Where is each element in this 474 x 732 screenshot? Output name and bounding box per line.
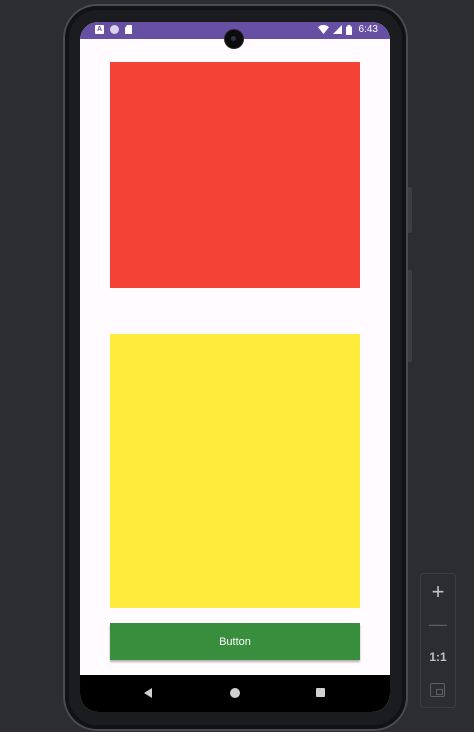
a-badge-icon: A: [95, 25, 104, 34]
volume-button[interactable]: [408, 270, 412, 362]
battery-icon: [345, 24, 352, 35]
wifi-icon: [317, 25, 329, 34]
yellow-box: [110, 334, 360, 608]
actual-size-button[interactable]: 1:1: [421, 650, 455, 664]
main-button[interactable]: Button: [110, 623, 360, 660]
navigation-bar: [80, 675, 390, 712]
sd-card-icon: [125, 25, 132, 34]
fit-screen-frame: [430, 683, 445, 697]
back-icon[interactable]: [144, 688, 152, 698]
fit-screen-icon[interactable]: [421, 682, 455, 698]
notification-icons: A: [95, 25, 132, 34]
home-icon[interactable]: [230, 688, 240, 698]
zoom-toolbar: + — 1:1: [420, 573, 456, 708]
system-icons: 6:43: [317, 24, 378, 35]
device-screen: A 6:43 Button: [80, 22, 390, 712]
zoom-in-button[interactable]: +: [421, 580, 455, 604]
front-camera: [225, 30, 243, 48]
red-box: [110, 62, 360, 288]
recents-icon[interactable]: [316, 688, 325, 697]
emulator-canvas: A 6:43 Button + — 1:1: [0, 0, 474, 732]
power-button[interactable]: [408, 187, 412, 233]
zoom-out-button[interactable]: —: [421, 614, 455, 634]
status-time: 6:43: [358, 24, 378, 35]
circle-icon: [110, 25, 119, 34]
cell-signal-icon: [332, 25, 342, 34]
